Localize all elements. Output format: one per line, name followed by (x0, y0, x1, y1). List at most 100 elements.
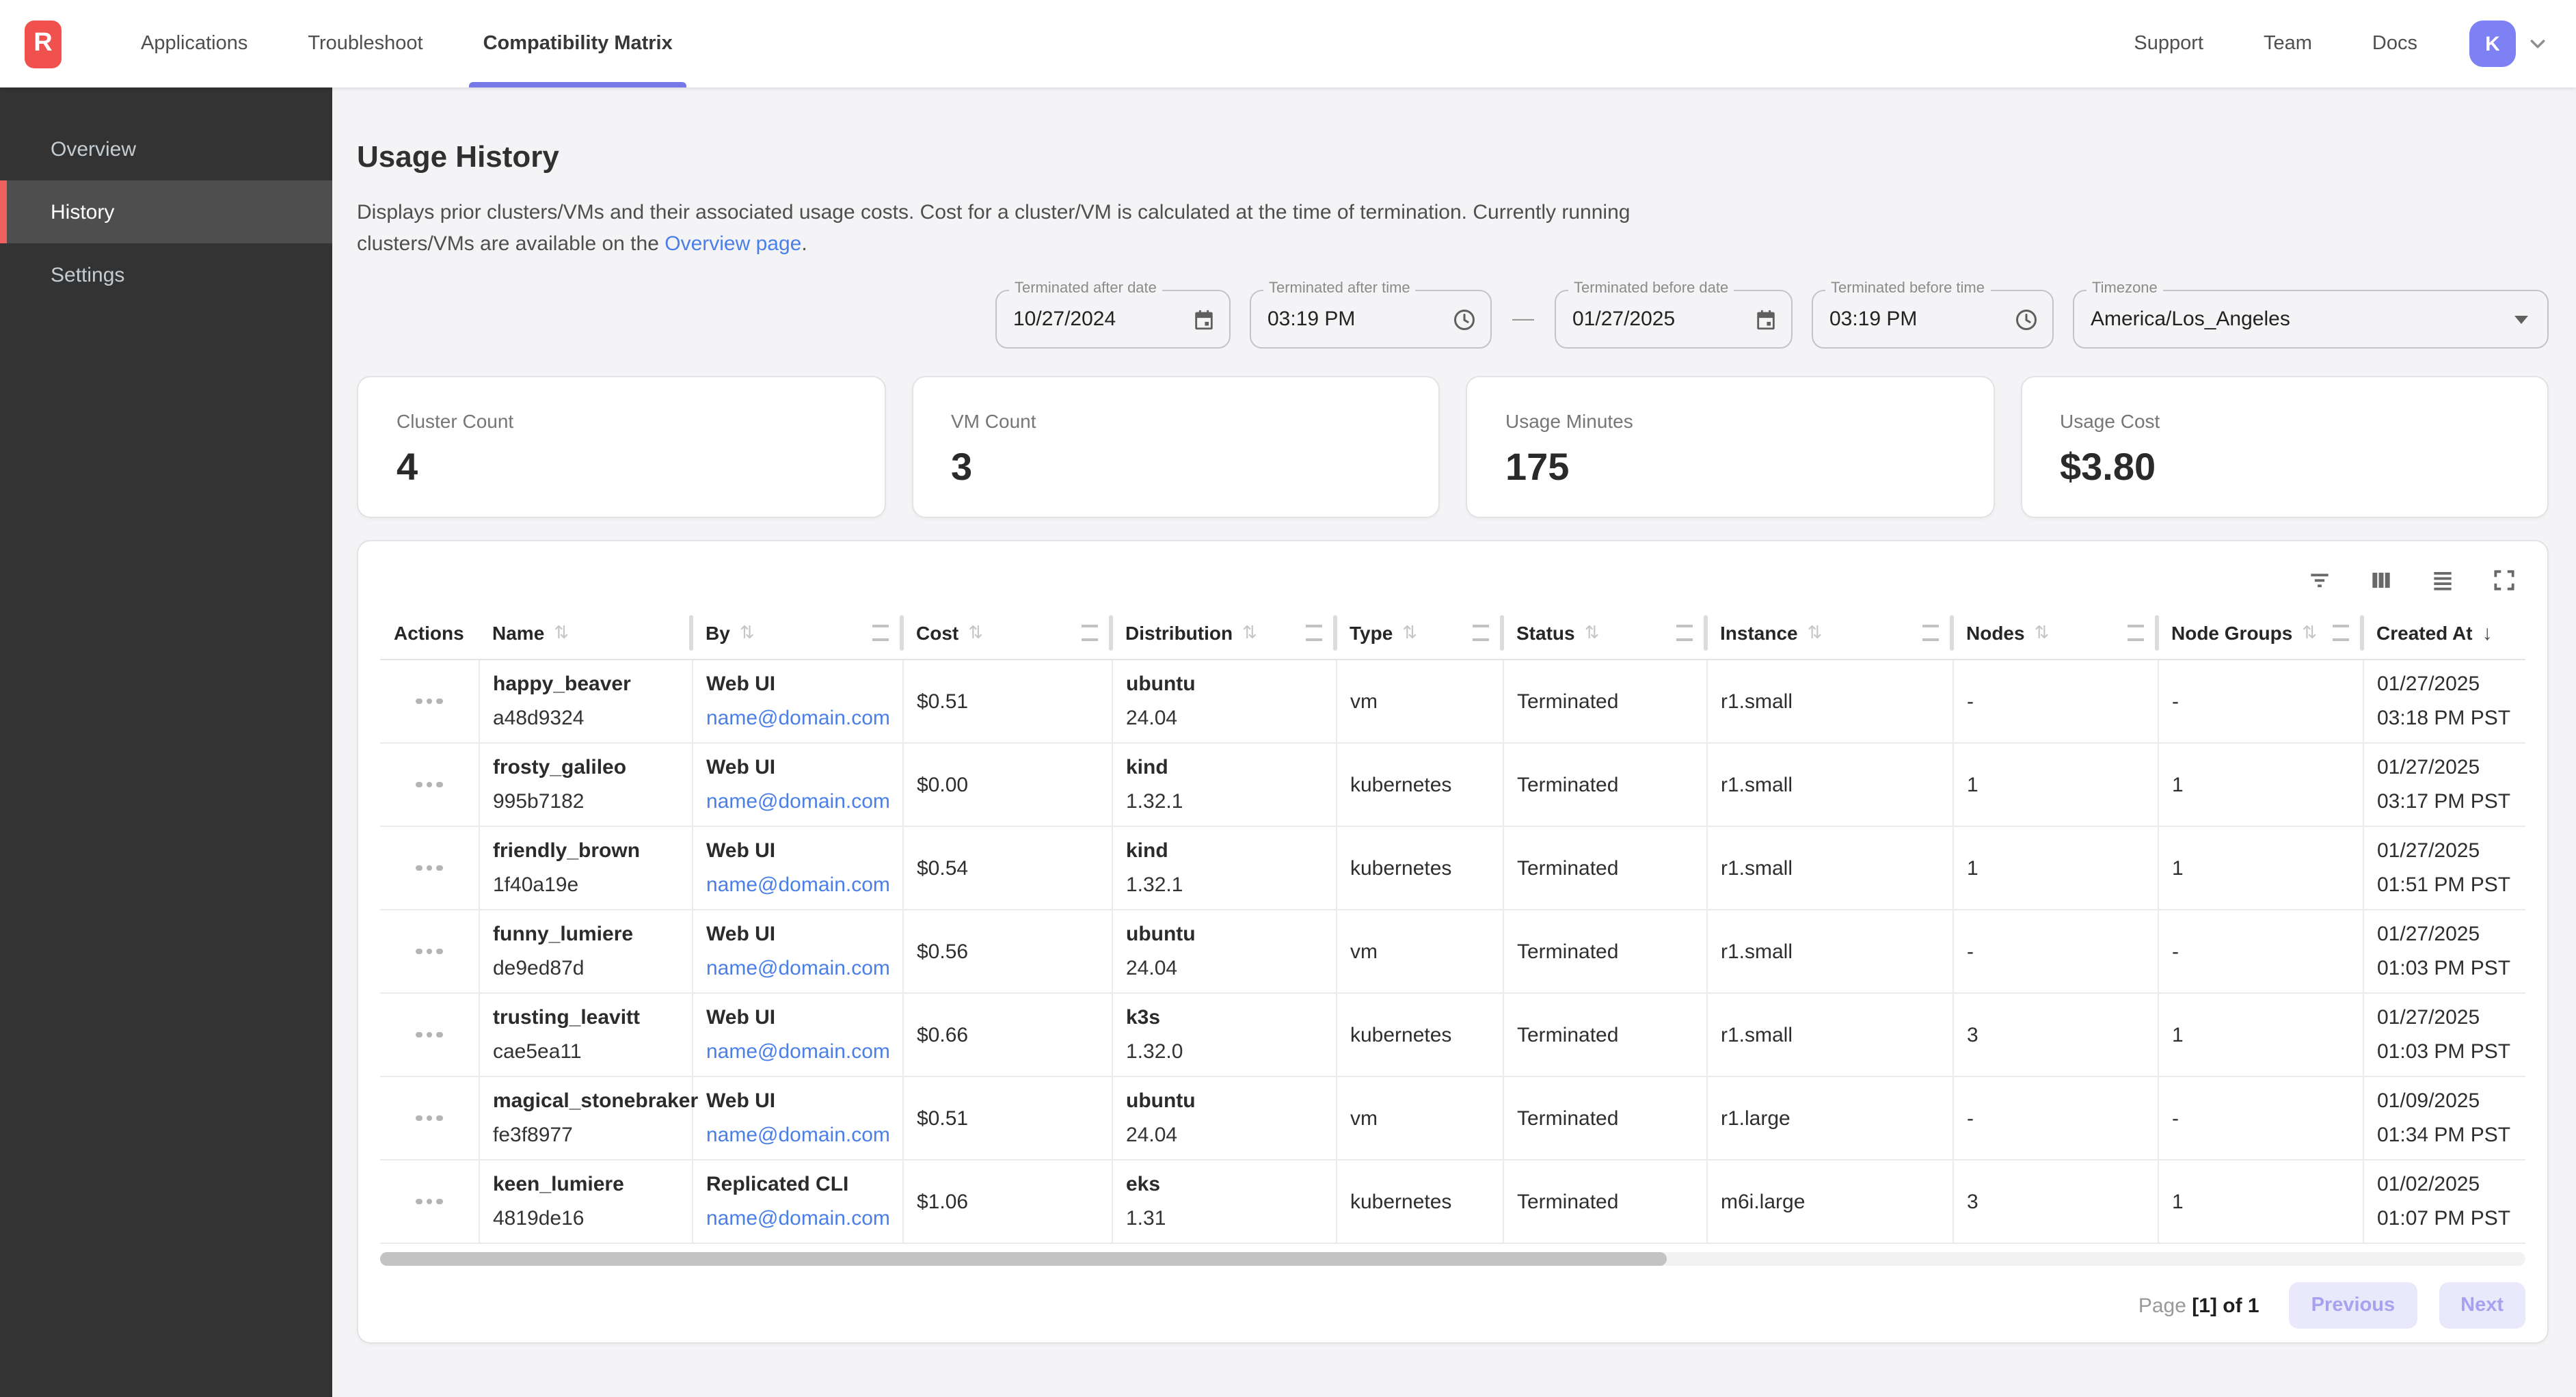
timezone-select[interactable]: Timezone America/Los_Angeles (2073, 290, 2549, 349)
column-resize-grip[interactable] (2333, 625, 2349, 641)
email-link[interactable]: name@domain.com (706, 1035, 888, 1069)
page-description: Displays prior clusters/VMs and their as… (357, 197, 2549, 260)
cell-name: frosty_galileo995b7182 (479, 743, 692, 826)
email-link[interactable]: name@domain.com (706, 1202, 888, 1236)
sort-icon[interactable]: ⇅ (1242, 622, 1257, 644)
terminated-before-date-input[interactable] (1572, 308, 1743, 331)
column-header-created-at[interactable]: Created At↓ (2363, 607, 2525, 660)
email-link[interactable]: name@domain.com (706, 785, 888, 819)
previous-page-button[interactable]: Previous (2290, 1282, 2417, 1329)
usage-history-table: Actions Name⇅ By⇅ Cost⇅ Distribution⇅ Ty… (380, 607, 2525, 1244)
nav-link-docs[interactable]: Docs (2372, 33, 2417, 55)
clock-icon[interactable] (2014, 307, 2039, 331)
stat-card-vm-count: VM Count 3 (911, 376, 1440, 518)
sort-icon[interactable]: ⇅ (740, 622, 755, 644)
column-header-by[interactable]: By⇅ (692, 607, 902, 660)
column-header-instance[interactable]: Instance⇅ (1706, 607, 1953, 660)
calendar-icon[interactable] (1192, 307, 1216, 331)
scrollbar-thumb[interactable] (380, 1252, 1667, 1266)
email-link[interactable]: name@domain.com (706, 1118, 888, 1152)
stat-label: VM Count (951, 410, 1400, 432)
row-actions-button[interactable] (413, 1107, 445, 1130)
nav-link-team[interactable]: Team (2264, 33, 2312, 55)
terminated-before-date-field[interactable]: Terminated before date (1555, 290, 1793, 349)
stat-card-cluster-count: Cluster Count 4 (357, 376, 885, 518)
column-header-status[interactable]: Status⇅ (1503, 607, 1706, 660)
chevron-down-icon[interactable] (2527, 33, 2549, 55)
next-page-button[interactable]: Next (2439, 1282, 2525, 1329)
row-actions-button[interactable] (413, 857, 445, 880)
terminated-after-time-field[interactable]: Terminated after time (1250, 290, 1492, 349)
row-actions-button[interactable] (413, 940, 445, 963)
sort-icon[interactable]: ⇅ (2302, 622, 2317, 644)
row-actions-button[interactable] (413, 1024, 445, 1046)
sidebar-item-overview[interactable]: Overview (0, 118, 332, 180)
primary-tabs: Applications Troubleshoot Compatibility … (111, 0, 703, 87)
table-row: friendly_brown1f40a19e Web UIname@domain… (380, 826, 2525, 910)
row-actions-button[interactable] (413, 774, 445, 796)
sidebar-item-settings[interactable]: Settings (0, 243, 332, 306)
filter-icon[interactable] (2307, 567, 2333, 593)
density-icon[interactable] (2430, 567, 2456, 593)
terminated-after-date-field[interactable]: Terminated after date (995, 290, 1231, 349)
column-separator (1704, 615, 1708, 651)
column-resize-grip[interactable] (1676, 625, 1693, 641)
column-resize-grip[interactable] (1306, 625, 1322, 641)
column-header-name[interactable]: Name⇅ (479, 607, 692, 660)
clock-icon[interactable] (1452, 307, 1477, 331)
email-link[interactable]: name@domain.com (706, 868, 888, 902)
column-resize-grip[interactable] (1473, 625, 1489, 641)
horizontal-scrollbar[interactable] (380, 1252, 2525, 1266)
column-resize-grip[interactable] (1082, 625, 1098, 641)
brand-logo[interactable]: R (25, 20, 62, 68)
columns-icon[interactable] (2368, 567, 2394, 593)
cell-type: vm (1336, 910, 1503, 993)
cell-nodes: - (1953, 1076, 2158, 1160)
table-scroll-area[interactable]: Actions Name⇅ By⇅ Cost⇅ Distribution⇅ Ty… (380, 607, 2525, 1244)
cell-cost: $0.00 (902, 743, 1112, 826)
terminated-after-time-input[interactable] (1267, 308, 1441, 331)
cell-node-groups: - (2158, 660, 2363, 743)
tab-compatibility-matrix[interactable]: Compatibility Matrix (461, 0, 695, 87)
sort-icon[interactable]: ⇅ (1402, 622, 1417, 644)
table-row: funny_lumierede9ed87d Web UIname@domain.… (380, 910, 2525, 993)
sort-icon[interactable]: ⇅ (968, 622, 983, 644)
sidebar-item-history[interactable]: History (0, 180, 332, 243)
user-avatar[interactable]: K (2469, 21, 2516, 67)
row-actions-button[interactable] (413, 1191, 445, 1213)
column-header-cost[interactable]: Cost⇅ (902, 607, 1112, 660)
tab-applications[interactable]: Applications (119, 0, 269, 87)
column-resize-grip[interactable] (1922, 625, 1939, 641)
sort-icon[interactable]: ⇅ (554, 622, 569, 644)
terminated-after-date-input[interactable] (1013, 308, 1181, 331)
column-header-type[interactable]: Type⇅ (1336, 607, 1503, 660)
cell-cost: $0.56 (902, 910, 1112, 993)
terminated-before-time-field[interactable]: Terminated before time (1812, 290, 2054, 349)
column-header-node-groups[interactable]: Node Groups⇅ (2158, 607, 2363, 660)
stat-card-usage-minutes: Usage Minutes 175 (1466, 376, 1994, 518)
sort-descending-icon[interactable]: ↓ (2482, 621, 2493, 645)
email-link[interactable]: name@domain.com (706, 701, 888, 735)
column-header-distribution[interactable]: Distribution⇅ (1112, 607, 1336, 660)
calendar-icon[interactable] (1754, 307, 1777, 331)
column-resize-grip[interactable] (872, 625, 889, 641)
stat-card-usage-cost: Usage Cost $3.80 (2020, 376, 2549, 518)
sort-icon[interactable]: ⇅ (1808, 622, 1823, 644)
sort-icon[interactable]: ⇅ (2035, 622, 2050, 644)
column-resize-grip[interactable] (2128, 625, 2144, 641)
email-link[interactable]: name@domain.com (706, 951, 888, 986)
fullscreen-icon[interactable] (2491, 567, 2517, 593)
stat-label: Usage Minutes (1505, 410, 1955, 432)
sidebar: Overview History Settings (0, 87, 332, 1397)
column-header-nodes[interactable]: Nodes⇅ (1953, 607, 2158, 660)
row-actions-button[interactable] (413, 690, 445, 713)
cell-status: Terminated (1503, 993, 1706, 1076)
overview-page-link[interactable]: Overview page (665, 232, 801, 256)
tab-troubleshoot[interactable]: Troubleshoot (286, 0, 444, 87)
cell-by: Web UIname@domain.com (692, 660, 902, 743)
sort-icon[interactable]: ⇅ (1585, 622, 1600, 644)
cell-nodes: - (1953, 660, 2158, 743)
cell-name: funny_lumierede9ed87d (479, 910, 692, 993)
terminated-before-time-input[interactable] (1829, 308, 2003, 331)
nav-link-support[interactable]: Support (2134, 33, 2203, 55)
